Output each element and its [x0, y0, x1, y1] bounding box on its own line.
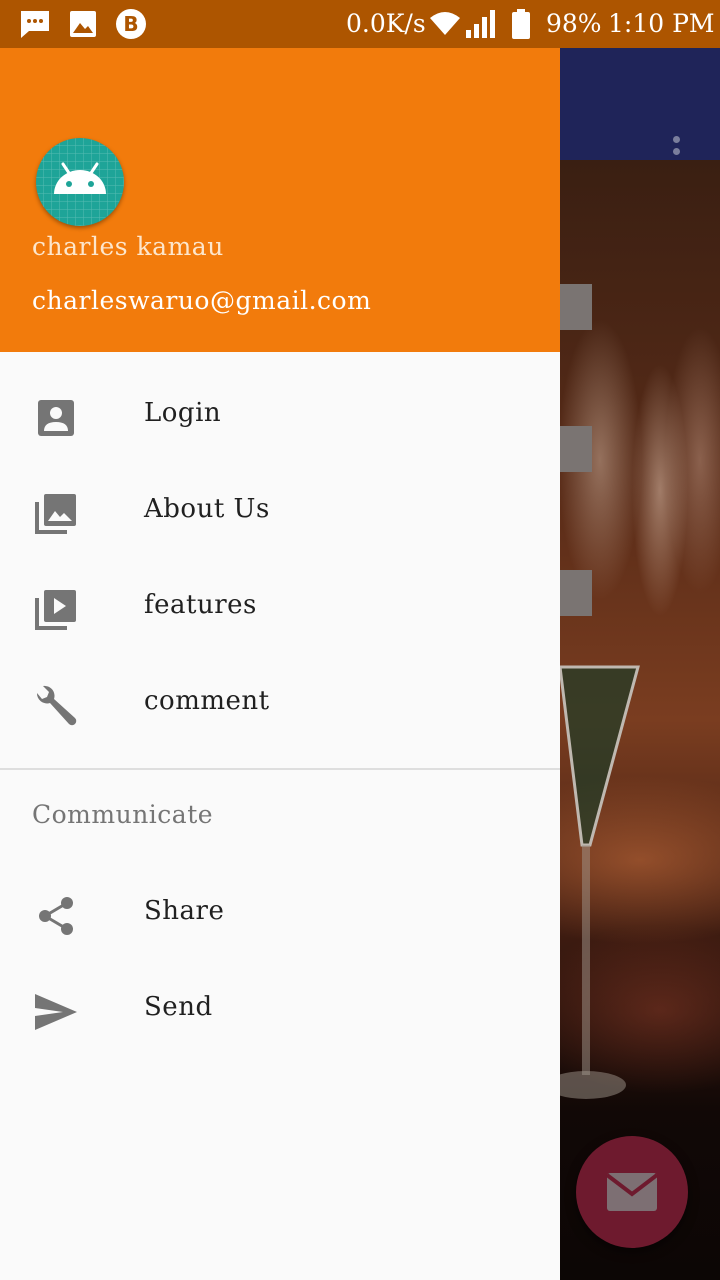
email-icon [606, 1173, 658, 1211]
menu-item-label: About Us [144, 494, 270, 524]
glass-image [560, 665, 640, 1099]
avatar[interactable] [36, 138, 124, 226]
background-button[interactable] [560, 570, 592, 616]
navigation-drawer: charles kamau charleswaruo@gmail.com Log… [0, 48, 560, 1280]
background-button[interactable] [560, 426, 592, 472]
video-library-icon [32, 586, 80, 634]
wifi-icon [428, 8, 462, 40]
section-title: Communicate [32, 800, 214, 829]
menu-item-about-us[interactable]: About Us [0, 464, 560, 560]
menu-item-label: Share [144, 896, 225, 926]
message-icon [18, 8, 52, 40]
email-fab[interactable] [576, 1136, 688, 1248]
status-bar: B 0.0K/s 98% 1:10 PM [0, 0, 720, 48]
android-icon [36, 138, 124, 226]
drawer-header: charles kamau charleswaruo@gmail.com [0, 48, 560, 352]
divider [0, 768, 560, 770]
share-icon [32, 892, 80, 940]
user-email: charleswaruo@gmail.com [32, 286, 372, 315]
svg-text:B: B [123, 12, 138, 36]
send-icon [32, 988, 80, 1036]
menu-item-send[interactable]: Send [0, 962, 560, 1058]
photo-library-icon [32, 490, 80, 538]
clock: 1:10 PM [608, 9, 715, 38]
battery-icon [504, 8, 538, 40]
menu-item-label: features [144, 590, 257, 620]
image-icon [66, 8, 100, 40]
battery-percent: 98% [546, 9, 602, 38]
menu-item-label: Send [144, 992, 213, 1022]
network-speed: 0.0K/s [346, 9, 426, 38]
menu-item-label: Login [144, 398, 222, 428]
bitcoin-icon: B [114, 8, 148, 40]
menu-item-share[interactable]: Share [0, 866, 560, 962]
menu-item-label: comment [144, 686, 270, 716]
account-box-icon [32, 394, 80, 442]
background-button[interactable] [560, 284, 592, 330]
menu-item-features[interactable]: features [0, 560, 560, 656]
user-name: charles kamau [32, 232, 224, 261]
menu-item-login[interactable]: Login [0, 368, 560, 464]
wrench-icon [32, 682, 80, 730]
menu-item-comment[interactable]: comment [0, 656, 560, 752]
signal-icon [464, 8, 498, 40]
